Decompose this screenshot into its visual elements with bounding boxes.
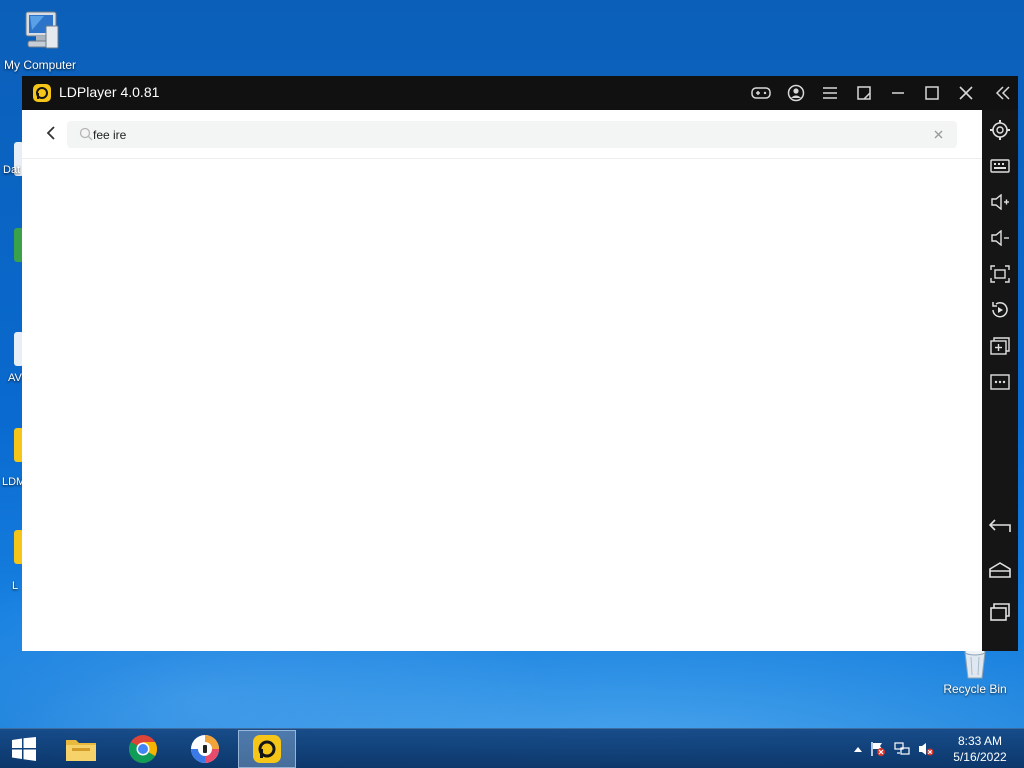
desktop-icon-my-computer[interactable]: My Computer (0, 8, 80, 72)
action-center-flag-icon[interactable] (866, 729, 890, 768)
volume-down-icon[interactable] (988, 226, 1012, 250)
close-icon[interactable] (954, 82, 978, 104)
window-title: LDPlayer 4.0.81 (59, 84, 160, 100)
chevron-left-icon (46, 126, 55, 140)
account-icon[interactable] (784, 82, 808, 104)
system-tray (850, 729, 938, 768)
recycle-bin-icon (951, 648, 999, 680)
taskbar: 8:33 AM 5/16/2022 (0, 728, 1024, 768)
ldplayer-sidebar (982, 110, 1018, 651)
clear-search-button[interactable] (931, 127, 945, 141)
desktop-icon-recycle-bin[interactable]: Recycle Bin (935, 648, 1015, 696)
volume-up-icon[interactable] (988, 190, 1012, 214)
taskbar-ldplayer[interactable] (238, 730, 296, 768)
chrome-icon (129, 735, 157, 763)
clock-time: 8:33 AM (957, 734, 1003, 748)
file-explorer-icon (66, 740, 96, 761)
maximize-icon[interactable] (920, 82, 944, 104)
clock-date: 5/16/2022 (953, 750, 1007, 764)
collapse-sidebar-icon[interactable] (991, 82, 1015, 104)
add-window-icon[interactable] (988, 334, 1012, 358)
ldplayer-icon (253, 735, 281, 763)
title-bar[interactable]: LDPlayer 4.0.81 (22, 76, 1018, 110)
settings-icon[interactable] (988, 118, 1012, 142)
back-nav-icon[interactable] (988, 514, 1012, 538)
search-box[interactable] (67, 121, 957, 148)
show-hidden-icons-icon[interactable] (850, 729, 866, 768)
partial-label-4: L (12, 580, 19, 592)
rotate-icon[interactable] (988, 298, 1012, 322)
minimize-icon[interactable] (886, 82, 910, 104)
vpn-app-icon (191, 735, 219, 763)
gamepad-icon[interactable] (749, 82, 773, 104)
taskbar-chrome[interactable] (114, 730, 172, 768)
app-content (22, 110, 982, 651)
search-input[interactable] (93, 125, 913, 144)
taskbar-clock[interactable]: 8:33 AM 5/16/2022 (946, 733, 1014, 765)
screenshot-icon[interactable] (988, 262, 1012, 286)
recents-nav-icon[interactable] (988, 600, 1012, 624)
search-icon (79, 127, 93, 146)
home-nav-icon[interactable] (988, 558, 1012, 582)
keyboard-icon[interactable] (988, 154, 1012, 178)
start-button[interactable] (0, 729, 48, 768)
ldplayer-window: LDPlayer 4.0.81 (22, 76, 1018, 651)
resize-icon[interactable] (852, 82, 876, 104)
windows-logo-icon (12, 737, 36, 761)
network-icon[interactable] (890, 729, 914, 768)
ldplayer-logo-icon (33, 84, 51, 102)
back-button[interactable] (40, 122, 62, 144)
desktop-icon-label: My Computer (3, 58, 77, 72)
search-bar (22, 110, 982, 159)
volume-muted-icon[interactable] (914, 729, 938, 768)
clear-icon (934, 130, 942, 138)
computer-icon (16, 8, 64, 56)
taskbar-vpn-app[interactable] (176, 730, 234, 768)
more-icon[interactable] (988, 370, 1012, 394)
taskbar-file-explorer[interactable] (52, 730, 110, 768)
desktop-icon-label: Recycle Bin (943, 682, 1007, 696)
menu-icon[interactable] (818, 82, 842, 104)
partial-label-2: AV (8, 372, 22, 384)
partial-label-1: Dat (3, 164, 21, 176)
